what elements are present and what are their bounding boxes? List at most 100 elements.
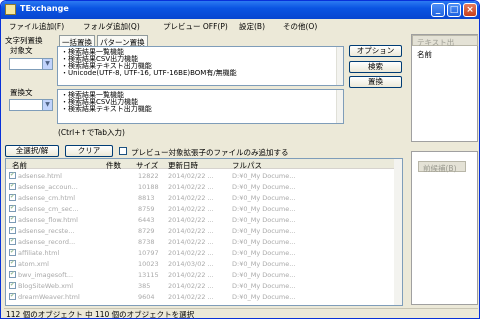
table-row[interactable]: atom.xml 10023 2014/03/02 ... D:¥0_My Docum… [6, 258, 396, 269]
tab-input-hint: (Ctrl+↑でTab入力) [58, 128, 125, 137]
file-name-cell: adsense.html [18, 172, 62, 180]
text-output-name-column: 名前 [417, 50, 432, 59]
modified-cell: 2014/02/22 ... [168, 293, 214, 301]
maximize-icon[interactable]: □ [447, 3, 461, 17]
path-cell: D:¥0_My Docume... [232, 172, 296, 180]
table-row[interactable]: adsense_cm_sec... 8759 2014/02/22 ... D:¥0_… [6, 203, 396, 214]
path-cell: D:¥0_My Docume... [232, 271, 296, 279]
menu-file[interactable]: ファイル追加(F) [9, 21, 64, 32]
app-icon [5, 4, 16, 15]
file-name-cell: adsense_accoun... [18, 183, 78, 191]
path-cell: D:¥0_My Docume... [232, 216, 296, 224]
file-name-cell: adsense_cm.html [18, 194, 76, 202]
modified-cell: 2014/02/22 ... [168, 282, 214, 290]
clear-button[interactable]: クリア [65, 145, 113, 157]
replace-scrollbar[interactable] [336, 90, 343, 123]
table-row[interactable]: affiliate.html 10797 2014/02/22 ... D:¥0_My… [6, 247, 396, 258]
table-row[interactable]: dreamWeaver.html 9604 2014/02/22 ... D:¥0_M… [6, 291, 396, 302]
previous-candidate-button[interactable]: 前候補(B) [418, 161, 466, 173]
table-row[interactable]: bwv_imagesoft... 13115 2014/02/22 ... D:¥0_… [6, 269, 396, 280]
file-name-cell: adsense_flow.html [18, 216, 78, 224]
modified-cell: 2014/03/02 ... [168, 260, 214, 268]
path-cell: D:¥0_My Docume... [232, 249, 296, 257]
file-name-cell: adsense_cm_sec... [18, 205, 79, 213]
search-scrollbar[interactable] [336, 47, 343, 85]
modified-cell: 2014/02/22 ... [168, 172, 214, 180]
size-cell: 12822 [138, 172, 159, 180]
path-cell: D:¥0_My Docume... [232, 183, 296, 191]
tab-batch-replace[interactable]: 一括置換 [59, 35, 95, 47]
file-name-cell: BlogSiteWeb.xml [18, 282, 74, 290]
menu-other[interactable]: その他(O) [283, 21, 317, 32]
table-row[interactable]: adsense_accoun... 10188 2014/02/22 ... D:¥0… [6, 181, 396, 192]
file-name-cell: adsense_recste... [18, 227, 75, 235]
path-cell: D:¥0_My Docume... [232, 293, 296, 301]
search-line: ・Unicode(UTF-8, UTF-16, UTF-16BE)BOM有/無機… [61, 69, 237, 77]
select-all-button[interactable]: 全選択/解 [5, 145, 59, 157]
row-checkbox[interactable] [9, 182, 16, 190]
table-row[interactable]: adsense_cm.html 8813 2014/02/22 ... D:¥0_My… [6, 192, 396, 203]
modified-cell: 2014/02/22 ... [168, 249, 214, 257]
window-title: TExchange [20, 4, 69, 13]
row-checkbox[interactable] [9, 204, 16, 212]
size-cell: 10797 [138, 249, 159, 257]
file-name-cell: affiliate.html [18, 249, 60, 257]
app-window: TExchange _ □ × ファイル追加(F) フォルダ追加(Q) プレビュ… [0, 0, 480, 319]
size-cell: 8729 [138, 227, 155, 235]
minimize-icon[interactable]: _ [431, 3, 445, 17]
table-scrollbar[interactable] [394, 159, 402, 305]
menu-folder[interactable]: フォルダ追加(Q) [83, 21, 140, 32]
file-name-cell: atom.xml [18, 260, 49, 268]
chevron-down-icon[interactable]: ▼ [42, 59, 52, 69]
row-checkbox[interactable] [9, 270, 16, 278]
menu-settings[interactable]: 設定(B) [239, 21, 265, 32]
modified-cell: 2014/02/22 ... [168, 227, 214, 235]
size-cell: 13115 [138, 271, 159, 279]
table-row[interactable]: adsense.html 12822 2014/02/22 ... D:¥0_My D… [6, 170, 396, 181]
file-list-table: 名前 件数 サイズ 更新日時 フルパス adsense.html 12822 201… [5, 158, 403, 306]
menu-bar: ファイル追加(F) フォルダ追加(Q) プレビュー OFF(P) 設定(B) そ… [3, 19, 477, 32]
text-output-panel: テキスト出 名前 [411, 34, 478, 142]
tab-pattern-replace[interactable]: パターン置換 [97, 35, 148, 47]
modified-cell: 2014/02/22 ... [168, 216, 214, 224]
table-row[interactable]: adsense_flow.html 6443 2014/02/22 ... D:¥0_… [6, 214, 396, 225]
chevron-down-icon[interactable]: ▼ [42, 100, 52, 110]
row-checkbox[interactable] [9, 215, 16, 223]
row-checkbox[interactable] [9, 292, 16, 300]
path-cell: D:¥0_My Docume... [232, 260, 296, 268]
row-checkbox[interactable] [9, 259, 16, 267]
table-row[interactable]: adsense_record... 8738 2014/02/22 ... D:¥0_… [6, 236, 396, 247]
replace-button[interactable]: 置換 [349, 76, 402, 88]
row-checkbox[interactable] [9, 248, 16, 256]
table-row[interactable]: adsense_recste... 8729 2014/02/22 ... D:¥0_… [6, 225, 396, 236]
replace-mode-pane: 文字列置換 対象文 ▼ 置換文 ▼ [4, 34, 60, 140]
replace-line: ・検索結果テキスト出力機能 [61, 105, 152, 113]
row-checkbox[interactable] [9, 171, 16, 179]
search-history-combo[interactable]: ▼ [9, 58, 53, 70]
replace-history-combo[interactable]: ▼ [9, 99, 53, 111]
row-checkbox[interactable] [9, 193, 16, 201]
path-cell: D:¥0_My Docume... [232, 194, 296, 202]
row-checkbox[interactable] [9, 281, 16, 289]
options-button[interactable]: オプション [349, 45, 402, 57]
path-cell: D:¥0_My Docume... [232, 238, 296, 246]
search-text-label: 対象文 [10, 46, 33, 55]
preview-only-checkbox[interactable] [119, 147, 127, 155]
table-header: 名前 件数 サイズ 更新日時 フルパス [6, 159, 396, 170]
replace-text-input[interactable]: ・検索結果一覧機能 ・検索結果CSV出力機能 ・検索結果テキスト出力機能 [57, 89, 344, 124]
modified-cell: 2014/02/22 ... [168, 205, 214, 213]
path-cell: D:¥0_My Docume... [232, 227, 296, 235]
path-cell: D:¥0_My Docume... [232, 205, 296, 213]
search-text-input[interactable]: ・検索結果一覧機能 ・検索結果CSV出力機能 ・検索結果テキスト出力機能 ・Un… [57, 46, 344, 86]
close-icon[interactable]: × [463, 3, 477, 17]
menu-preview[interactable]: プレビュー OFF(P) [163, 21, 228, 32]
row-checkbox[interactable] [9, 237, 16, 245]
size-cell: 8813 [138, 194, 155, 202]
row-checkbox[interactable] [9, 226, 16, 234]
file-name-cell: bwv_imagesoft... [18, 271, 74, 279]
table-row[interactable]: BlogSiteWeb.xml 385 2014/02/22 ... D:¥0_My … [6, 280, 396, 291]
size-cell: 6443 [138, 216, 155, 224]
modified-cell: 2014/02/22 ... [168, 194, 214, 202]
search-button[interactable]: 検索 [349, 61, 402, 73]
file-name-cell: adsense_record... [18, 238, 76, 246]
